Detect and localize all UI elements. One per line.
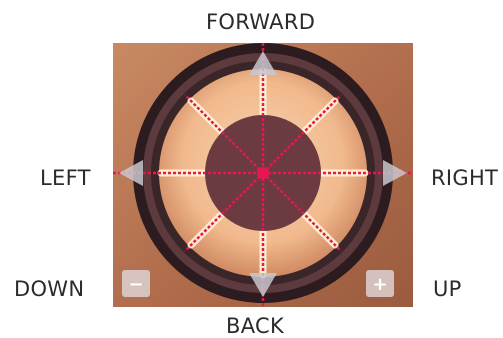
up-label: UP xyxy=(433,277,462,301)
right-button[interactable] xyxy=(379,159,409,191)
back-label: BACK xyxy=(226,314,285,338)
left-button[interactable] xyxy=(115,159,145,191)
down-button[interactable] xyxy=(121,269,151,299)
forward-button[interactable] xyxy=(248,48,278,78)
down-label: DOWN xyxy=(14,277,85,301)
forward-label: FORWARD xyxy=(206,10,316,34)
right-label: RIGHT xyxy=(431,166,499,190)
control-pad-graphic: − + xyxy=(113,43,413,307)
up-button[interactable] xyxy=(365,269,395,299)
left-label: LEFT xyxy=(40,166,91,190)
camera-control-pad[interactable]: − + xyxy=(113,43,413,307)
back-button[interactable] xyxy=(248,271,278,301)
reticle-center-dot xyxy=(257,167,269,179)
